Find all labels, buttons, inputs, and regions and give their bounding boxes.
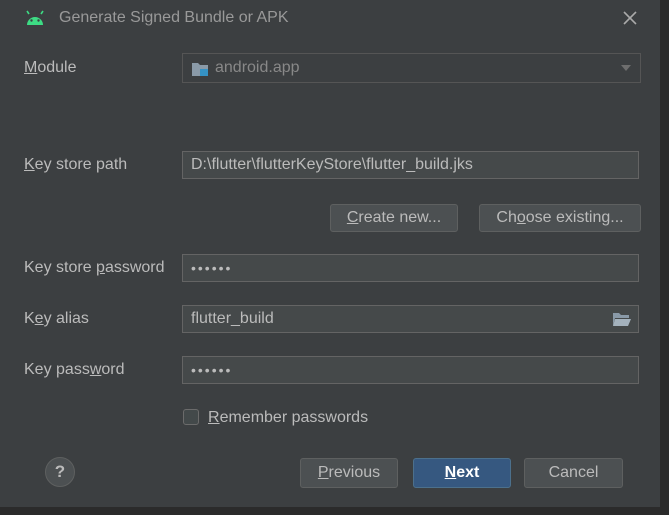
- key-store-path-label: Key store path: [24, 156, 128, 173]
- create-new-button[interactable]: Create new...: [330, 204, 458, 232]
- remember-passwords-label[interactable]: Remember passwords: [208, 409, 368, 427]
- title-bar: Generate Signed Bundle or APK: [0, 0, 660, 38]
- window-edge-right: [660, 0, 669, 515]
- key-password-label: Key password: [24, 361, 125, 378]
- key-password-input[interactable]: ••••••: [182, 356, 639, 384]
- module-select[interactable]: android.app: [182, 53, 641, 83]
- help-button[interactable]: ?: [45, 457, 75, 487]
- android-icon: [26, 10, 44, 25]
- chevron-down-icon: [621, 65, 631, 71]
- previous-button[interactable]: Previous: [300, 458, 398, 488]
- remember-passwords-checkbox[interactable]: [183, 409, 199, 425]
- key-alias-label: Key alias: [24, 310, 89, 327]
- key-store-password-label: Key store password: [24, 259, 165, 276]
- next-button[interactable]: Next: [413, 458, 511, 488]
- close-icon[interactable]: [618, 6, 642, 30]
- choose-existing-button[interactable]: Choose existing...: [479, 204, 641, 232]
- window-edge-bottom: [0, 507, 669, 515]
- folder-open-icon[interactable]: [612, 311, 632, 327]
- signed-bundle-dialog: Generate Signed Bundle or APK Module and…: [0, 0, 661, 508]
- key-alias-input[interactable]: flutter_build: [182, 305, 639, 333]
- key-store-password-input[interactable]: ••••••: [182, 254, 639, 282]
- module-folder-icon: [192, 63, 208, 76]
- module-value: android.app: [215, 59, 300, 76]
- cancel-button[interactable]: Cancel: [524, 458, 623, 488]
- module-label: Module: [24, 59, 77, 76]
- dialog-title: Generate Signed Bundle or APK: [59, 9, 289, 26]
- key-store-path-input[interactable]: D:\flutter\flutterKeyStore\flutter_build…: [182, 151, 639, 179]
